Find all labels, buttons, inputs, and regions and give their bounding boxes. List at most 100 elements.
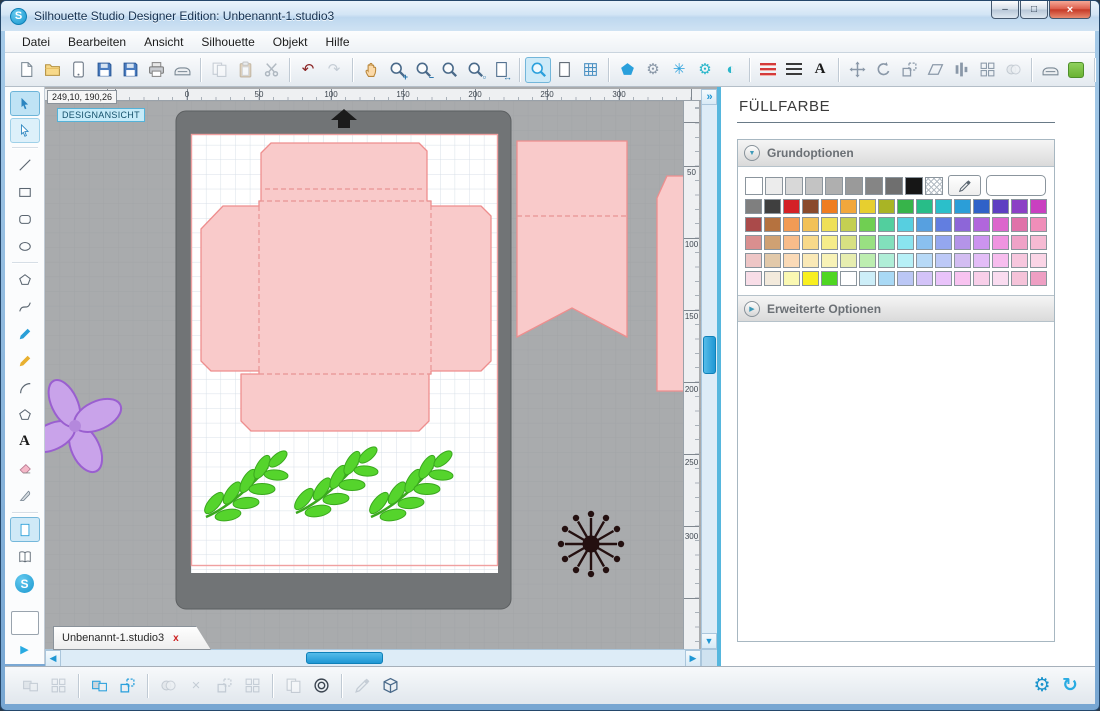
fit-to-page-button[interactable]: ↔ <box>488 57 514 83</box>
minimize-button[interactable]: – <box>991 1 1019 19</box>
group-button[interactable] <box>17 673 43 699</box>
color-swatch[interactable] <box>745 235 762 250</box>
color-swatch[interactable] <box>992 271 1009 286</box>
regular-polygon-tool[interactable] <box>10 402 40 427</box>
color-swatch[interactable] <box>935 217 952 232</box>
open-button[interactable] <box>39 57 65 83</box>
expand-circle-icon[interactable]: ▶ <box>744 301 760 317</box>
intersect-button[interactable] <box>239 673 265 699</box>
color-swatch[interactable] <box>859 199 876 214</box>
color-swatch[interactable] <box>973 253 990 268</box>
color-swatch[interactable] <box>935 199 952 214</box>
color-swatch[interactable] <box>764 235 781 250</box>
rounded-rectangle-tool[interactable] <box>10 206 40 231</box>
color-swatch[interactable] <box>745 217 762 232</box>
zoom-out-button[interactable]: – <box>410 57 436 83</box>
polygon-tool[interactable] <box>10 267 40 292</box>
edit-points-tool[interactable] <box>10 118 40 143</box>
color-swatch[interactable] <box>802 217 819 232</box>
release-compound-path-button[interactable] <box>114 673 140 699</box>
color-swatch[interactable] <box>916 217 933 232</box>
sync-button[interactable]: ↻ <box>1057 673 1083 699</box>
line-tool[interactable] <box>10 152 40 177</box>
color-swatch[interactable] <box>821 235 838 250</box>
preferences-button[interactable]: ⚙ <box>692 57 718 83</box>
paste-button[interactable] <box>232 57 258 83</box>
modify-button[interactable] <box>1000 57 1026 83</box>
color-swatch[interactable] <box>1011 253 1028 268</box>
color-swatch[interactable] <box>821 271 838 286</box>
sketch-pencil-tool[interactable] <box>10 348 40 373</box>
color-swatch[interactable] <box>1030 217 1047 232</box>
color-swatch[interactable] <box>783 253 800 268</box>
color-swatch[interactable] <box>935 271 952 286</box>
pan-button[interactable] <box>358 57 384 83</box>
color-swatch[interactable] <box>992 253 1009 268</box>
color-swatch[interactable] <box>783 217 800 232</box>
offset-button[interactable] <box>308 673 334 699</box>
color-swatch[interactable] <box>802 253 819 268</box>
color-swatch[interactable] <box>802 235 819 250</box>
color-swatch[interactable] <box>878 199 895 214</box>
color-swatch[interactable] <box>897 217 914 232</box>
color-swatch[interactable] <box>745 177 763 195</box>
color-swatch[interactable] <box>840 217 857 232</box>
color-swatch[interactable] <box>764 271 781 286</box>
banner-shape[interactable] <box>517 141 627 337</box>
color-swatch[interactable] <box>765 177 783 195</box>
color-swatch[interactable] <box>935 253 952 268</box>
open-library-button[interactable] <box>65 57 91 83</box>
settings-button[interactable]: ⚙ <box>1029 673 1055 699</box>
color-swatch[interactable] <box>840 253 857 268</box>
no-fill-swatch[interactable] <box>925 177 943 195</box>
align-button[interactable] <box>948 57 974 83</box>
curve-tool[interactable] <box>10 294 40 319</box>
tab-close-button[interactable]: x <box>173 633 179 644</box>
color-swatch[interactable] <box>992 217 1009 232</box>
copy-button[interactable] <box>206 57 232 83</box>
select-tool[interactable] <box>10 91 40 116</box>
design-canvas[interactable]: 50 100 150 200 250 300 <box>45 101 701 649</box>
color-swatch[interactable] <box>745 253 762 268</box>
color-swatch[interactable] <box>821 217 838 232</box>
cut-button[interactable] <box>258 57 284 83</box>
color-swatch[interactable] <box>785 177 803 195</box>
knife-tool[interactable] <box>10 483 40 508</box>
color-swatch[interactable] <box>954 271 971 286</box>
basic-options-header[interactable]: ▼ Grundoptionen <box>738 140 1054 167</box>
color-swatch[interactable] <box>885 177 903 195</box>
send-to-silhouette-button[interactable] <box>1037 57 1063 83</box>
scroll-down-button[interactable]: ▼ <box>701 633 717 649</box>
menu-datei[interactable]: Datei <box>13 33 59 51</box>
color-swatch[interactable] <box>973 271 990 286</box>
clipped-shape[interactable] <box>657 176 684 391</box>
trace-button[interactable]: ◐ <box>718 57 744 83</box>
color-swatch[interactable] <box>821 253 838 268</box>
new-drawing-button[interactable] <box>13 57 39 83</box>
color-swatch[interactable] <box>764 253 781 268</box>
color-swatch[interactable] <box>745 271 762 286</box>
color-swatch[interactable] <box>916 199 933 214</box>
menu-objekt[interactable]: Objekt <box>264 33 317 51</box>
current-fill-swatch[interactable] <box>986 175 1046 196</box>
color-swatch[interactable] <box>878 235 895 250</box>
page-view-button[interactable] <box>10 517 40 542</box>
zoom-selection-button[interactable]: ▫ <box>462 57 488 83</box>
color-swatch[interactable] <box>897 199 914 214</box>
ellipse-tool[interactable] <box>10 233 40 258</box>
color-swatch[interactable] <box>821 199 838 214</box>
fill-style-button[interactable] <box>755 57 781 83</box>
pick-color-button[interactable] <box>349 673 375 699</box>
menu-silhouette[interactable]: Silhouette <box>192 33 263 51</box>
color-swatch[interactable] <box>802 271 819 286</box>
color-swatch[interactable] <box>1030 253 1047 268</box>
ungroup-button[interactable] <box>45 673 71 699</box>
color-swatch[interactable] <box>878 217 895 232</box>
color-swatch[interactable] <box>1011 271 1028 286</box>
color-swatch[interactable] <box>764 199 781 214</box>
horizontal-scroll-thumb[interactable] <box>306 652 383 664</box>
transform-move-button[interactable] <box>844 57 870 83</box>
color-swatch[interactable] <box>1011 199 1028 214</box>
color-swatch[interactable] <box>859 253 876 268</box>
save-to-library-button[interactable] <box>117 57 143 83</box>
